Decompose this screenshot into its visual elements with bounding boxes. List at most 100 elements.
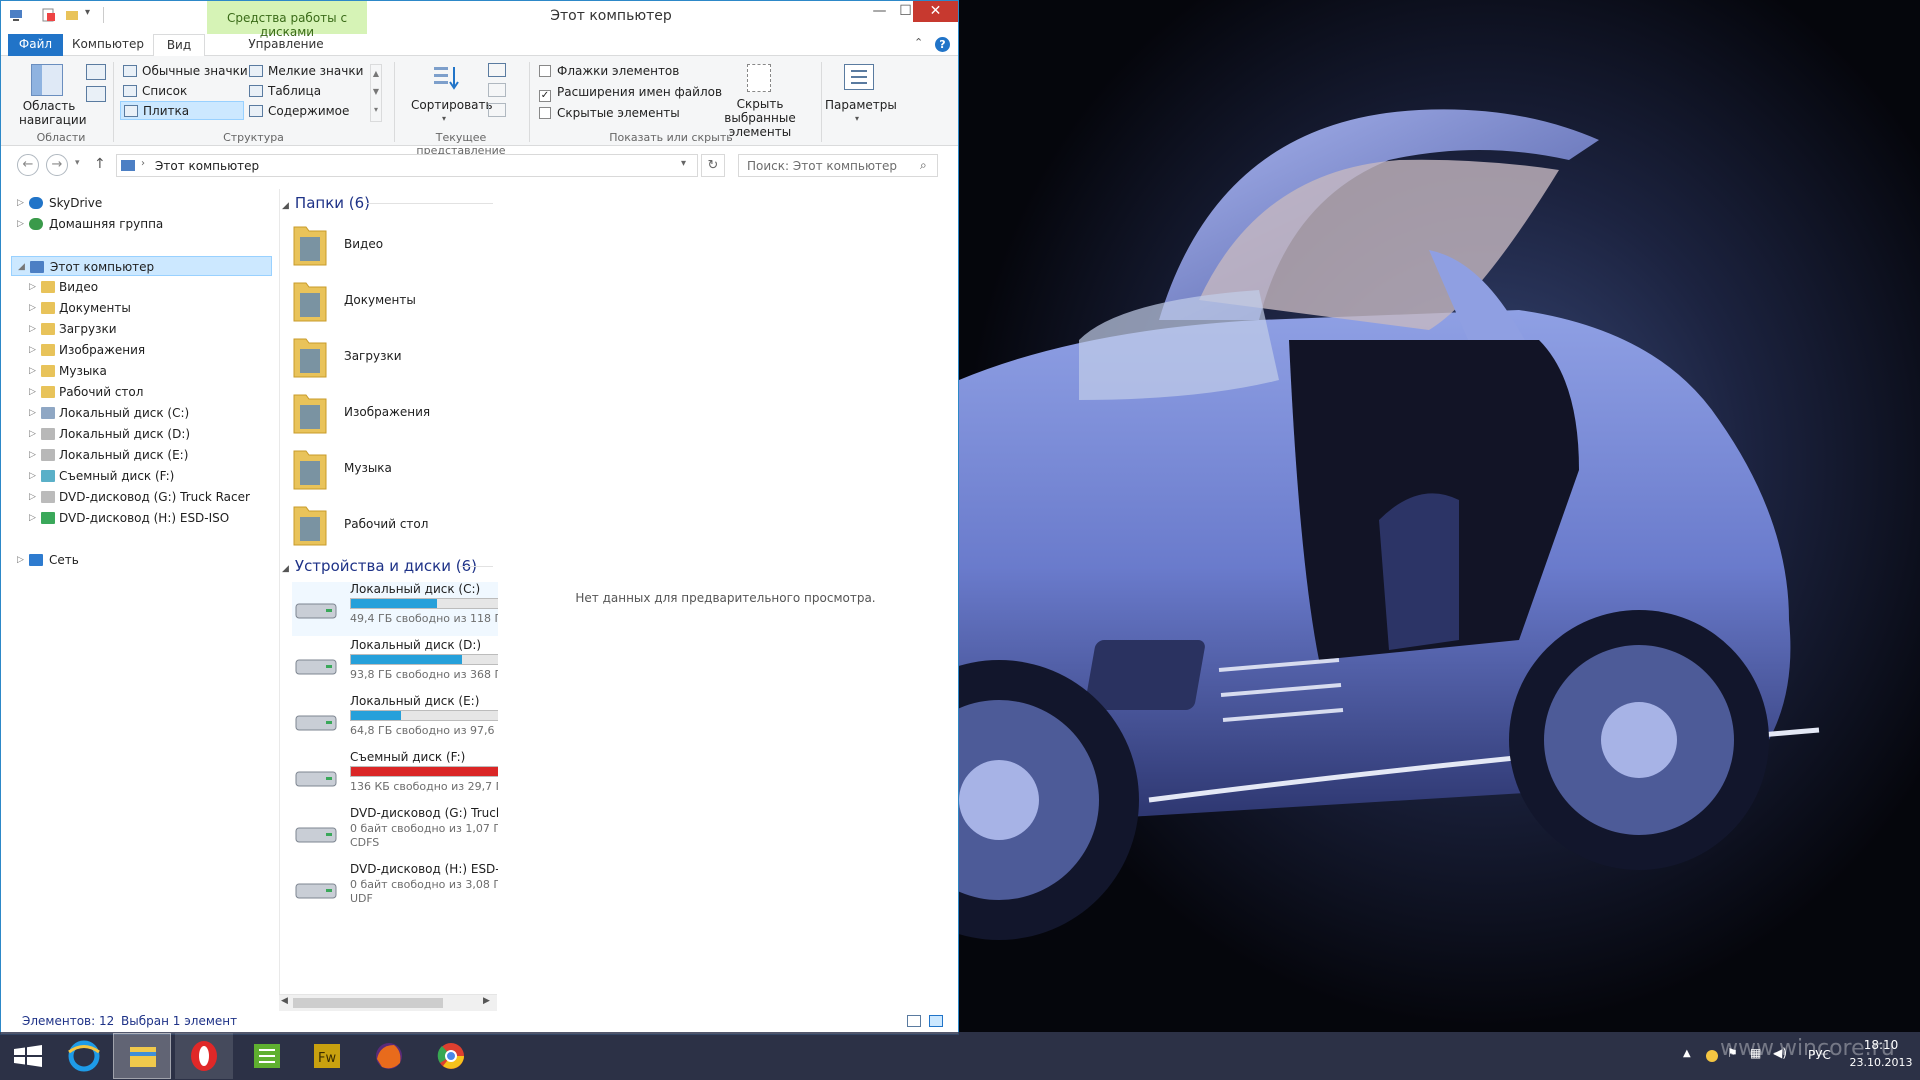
expand-icon[interactable]: ▷ — [29, 403, 36, 423]
properties-icon[interactable] — [41, 7, 57, 23]
expand-icon[interactable]: ▷ — [29, 277, 36, 297]
expand-icon[interactable]: ▷ — [29, 298, 36, 318]
sidebar-item-this-pc[interactable]: ◢ Этот компьютер — [11, 256, 272, 276]
layout-details[interactable]: Таблица — [249, 84, 321, 98]
scroll-right-icon[interactable]: ▶ — [483, 996, 490, 1006]
scroll-left-icon[interactable]: ◀ — [281, 996, 288, 1006]
sort-button[interactable]: Сортировать — [411, 98, 493, 112]
expand-icon[interactable]: ▷ — [29, 382, 36, 402]
expand-icon[interactable]: ▷ — [29, 361, 36, 381]
recent-locations-icon[interactable]: ▾ — [75, 158, 80, 168]
breadcrumb-chevron-icon[interactable]: › — [141, 158, 145, 169]
expand-icon[interactable]: ▷ — [17, 214, 24, 234]
up-arrow-icon[interactable]: ↑ — [94, 156, 106, 172]
layout-scroll-buttons[interactable]: ▲ ▼ ▾ — [370, 64, 382, 122]
layout-small-icons[interactable]: Мелкие значки — [249, 64, 363, 78]
drive-tile[interactable]: Съемный диск (F:) 136 КБ свободно из 29,7… — [292, 750, 512, 804]
taskbar-internet-explorer[interactable] — [55, 1033, 113, 1079]
taskbar-app-green[interactable] — [238, 1033, 296, 1079]
item-checkboxes-toggle[interactable]: Флажки элементов — [539, 64, 679, 78]
folder-tile[interactable]: Видео — [292, 221, 452, 269]
drive-tile[interactable]: Локальный диск (D:) 93,8 ГБ свободно из 3… — [292, 638, 512, 692]
drive-tile[interactable]: Локальный диск (C:) 49,4 ГБ свободно из 1… — [292, 582, 512, 636]
group-panes-label: Области — [36, 131, 86, 144]
collapse-ribbon-icon[interactable]: ⌃ — [914, 36, 923, 49]
hide-selected-icon[interactable] — [747, 64, 771, 92]
collapse-icon[interactable]: ◢ — [18, 257, 25, 277]
layout-list[interactable]: Список — [123, 84, 187, 98]
tab-view[interactable]: Вид — [153, 34, 205, 57]
options-button[interactable]: Параметры — [825, 98, 897, 112]
taskbar-chrome[interactable] — [422, 1033, 480, 1079]
group-header-devices[interactable]: ◢ Устройства и диски (6) — [282, 557, 477, 575]
tab-file[interactable]: Файл — [8, 34, 63, 56]
checkbox-file-extensions[interactable]: ✓ — [539, 90, 551, 102]
address-dropdown-icon[interactable]: ▾ — [681, 158, 686, 169]
tiles-view-icon[interactable] — [929, 1015, 943, 1027]
expand-icon[interactable]: ▷ — [29, 424, 36, 444]
close-button[interactable]: ✕ — [913, 1, 958, 22]
details-pane-icon[interactable] — [86, 86, 106, 102]
qat-customize-icon[interactable]: ▾ — [85, 7, 101, 23]
taskbar-file-explorer[interactable] — [113, 1033, 171, 1079]
scrollbar-thumb[interactable] — [293, 998, 443, 1008]
taskbar-firefox[interactable] — [360, 1033, 418, 1079]
taskbar-fireworks[interactable]: Fw — [298, 1033, 356, 1079]
group-by-icon[interactable] — [488, 63, 506, 77]
start-button[interactable] — [0, 1033, 58, 1079]
forward-button[interactable]: → — [46, 154, 68, 176]
folder-tile[interactable]: Документы — [292, 277, 452, 325]
help-icon[interactable]: ? — [935, 37, 950, 52]
folder-tile[interactable]: Музыка — [292, 445, 452, 493]
expand-icon[interactable]: ▷ — [17, 550, 24, 570]
preview-pane-icon[interactable] — [86, 64, 106, 80]
expand-icon[interactable]: ▷ — [29, 445, 36, 465]
checkbox-item-checkboxes[interactable] — [539, 65, 551, 77]
navigation-pane-button[interactable]: Область навигации — [19, 99, 87, 127]
add-columns-icon[interactable] — [488, 83, 506, 97]
group-header-folders[interactable]: ◢ Папки (6) — [282, 194, 370, 212]
expand-icon[interactable]: ▷ — [17, 193, 24, 213]
horizontal-scrollbar[interactable]: ◀ ▶ — [279, 994, 497, 1011]
new-folder-icon[interactable] — [64, 7, 80, 23]
sort-icon[interactable] — [432, 64, 460, 92]
options-icon[interactable] — [844, 64, 874, 90]
computer-icon[interactable] — [9, 7, 25, 23]
drive-tile[interactable]: DVD-дисковод (G:) Truck Ra 0 байт свободн… — [292, 806, 522, 860]
expand-icon[interactable]: ▷ — [29, 466, 36, 486]
tab-computer[interactable]: Компьютер — [67, 34, 149, 56]
sort-dropdown-icon[interactable]: ▾ — [442, 114, 446, 123]
collapse-group-icon[interactable]: ◢ — [282, 564, 289, 574]
tray-app-icon[interactable] — [1706, 1050, 1718, 1062]
details-view-icon[interactable] — [907, 1015, 921, 1027]
taskbar-opera[interactable] — [175, 1033, 233, 1079]
search-icon[interactable]: ⌕ — [920, 158, 927, 173]
collapse-group-icon[interactable]: ◢ — [282, 201, 289, 211]
layout-tiles[interactable]: Плитка — [120, 101, 244, 120]
expand-icon[interactable]: ▷ — [29, 319, 36, 339]
show-hidden-icons-icon[interactable]: ▲ — [1683, 1048, 1691, 1059]
hidden-items-toggle[interactable]: Скрытые элементы — [539, 106, 680, 120]
expand-icon[interactable]: ▷ — [29, 487, 36, 507]
expand-icon[interactable]: ▷ — [29, 340, 36, 360]
folder-tile[interactable]: Загрузки — [292, 333, 452, 381]
back-button[interactable]: ← — [17, 154, 39, 176]
options-dropdown-icon[interactable]: ▾ — [855, 114, 859, 123]
layout-medium-icons[interactable]: Обычные значки — [123, 64, 248, 78]
folder-tile[interactable]: Рабочий стол — [292, 501, 452, 549]
drive-tile[interactable]: Локальный диск (E:) 64,8 ГБ свободно из 9… — [292, 694, 512, 748]
expand-icon[interactable]: ▷ — [29, 508, 36, 528]
drive-tile[interactable]: DVD-дисковод (H:) ESD-ISO 0 байт свободно… — [292, 862, 520, 916]
address-bar[interactable]: › Этот компьютер ▾ — [116, 154, 698, 177]
folder-tile[interactable]: Изображения — [292, 389, 452, 437]
file-extensions-toggle[interactable]: ✓ Расширения имен файлов — [539, 85, 722, 102]
refresh-button[interactable]: ↻ — [701, 154, 725, 177]
navigation-pane-icon[interactable] — [31, 64, 63, 96]
address-path[interactable]: Этот компьютер — [155, 159, 259, 173]
checkbox-hidden-items[interactable] — [539, 107, 551, 119]
search-input[interactable]: Поиск: Этот компьютер — [738, 154, 938, 177]
layout-content[interactable]: Содержимое — [249, 104, 349, 118]
size-columns-icon[interactable] — [488, 103, 506, 117]
minimize-button[interactable]: — — [865, 1, 894, 22]
tab-manage[interactable]: Управление — [211, 34, 361, 56]
